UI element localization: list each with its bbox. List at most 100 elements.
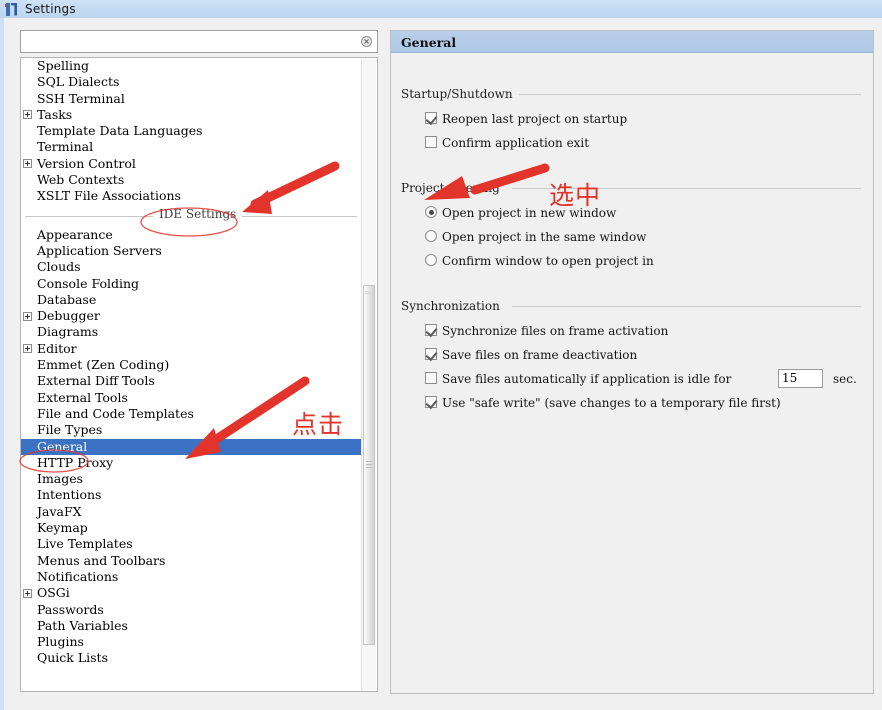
radio-button[interactable] <box>425 230 437 242</box>
option-synchronize-files-on-frame-activation[interactable]: Synchronize files on frame activation <box>401 319 861 343</box>
tree-item-label: Notifications <box>37 568 119 584</box>
tree-item-http-proxy[interactable]: HTTP Proxy <box>21 455 361 471</box>
tree-item-label: SSH Terminal <box>37 90 125 106</box>
tree-item-notifications[interactable]: Notifications <box>21 569 361 585</box>
tree-item-terminal[interactable]: Terminal <box>21 139 361 155</box>
option-confirm-application-exit[interactable]: Confirm application exit <box>401 131 861 155</box>
tree-item-path-variables[interactable]: Path Variables <box>21 618 361 634</box>
settings-tree[interactable]: Spelling SQL Dialects SSH Terminal Tasks Tem… <box>20 57 378 692</box>
tree-item-application-servers[interactable]: Application Servers <box>21 243 361 259</box>
group-header: Synchronization <box>401 299 861 313</box>
option-label: Reopen last project on startup <box>442 112 628 126</box>
group-header: Project Opening <box>401 181 861 195</box>
tree-item-version-control[interactable]: Version Control <box>21 156 361 172</box>
search-box[interactable] <box>20 30 378 54</box>
separator-label: IDE Settings <box>153 206 243 221</box>
option-label: Confirm application exit <box>442 136 590 150</box>
option-save-files-on-frame-deactivation[interactable]: Save files on frame deactivation <box>401 343 861 367</box>
tree-item-template-data-languages[interactable]: Template Data Languages <box>21 123 361 139</box>
option-reopen-last-project-on-startup[interactable]: Reopen last project on startup <box>401 107 861 131</box>
settings-group-project-opening: Project Opening Open project in new windo… <box>401 181 861 273</box>
settings-group-synchronization: Synchronization Synchronize files on fram… <box>401 299 861 415</box>
tree-separator-ide-settings: IDE Settings <box>21 205 361 227</box>
tree-item-label: Web Contexts <box>37 172 125 188</box>
tree-item-label: Quick Lists <box>37 650 108 666</box>
option-save-files-automatically-if-application-is-idl[interactable]: Save files automatically if application … <box>401 367 861 391</box>
option-confirm-window-to-open-project-in[interactable]: Confirm window to open project in <box>401 249 861 273</box>
tree-expander-icon[interactable] <box>23 344 32 354</box>
tree-item-plugins[interactable]: Plugins <box>21 634 361 650</box>
tree-item-label: Images <box>37 471 84 487</box>
tree-item-intentions[interactable]: Intentions <box>21 487 361 503</box>
tree-item-sql-dialects[interactable]: SQL Dialects <box>21 74 361 90</box>
tree-item-xslt-file-associations[interactable]: XSLT File Associations <box>21 188 361 204</box>
tree-item-external-diff-tools[interactable]: External Diff Tools <box>21 373 361 389</box>
tree-item-emmet-zen-coding[interactable]: Emmet (Zen Coding) <box>21 357 361 373</box>
tree-scrollbar-thumb[interactable] <box>363 285 375 645</box>
checkbox[interactable] <box>425 112 437 124</box>
group-header: Startup/Shutdown <box>401 87 861 101</box>
idle-seconds-input[interactable]: 15 <box>778 369 823 388</box>
tree-item-label: Debugger <box>37 308 100 324</box>
checkbox[interactable] <box>425 348 437 360</box>
tree-item-label: Console Folding <box>37 275 140 291</box>
tree-item-label: SQL Dialects <box>37 74 120 90</box>
tree-expander-icon[interactable] <box>23 311 32 321</box>
group-divider-line <box>518 94 861 95</box>
checkbox[interactable] <box>425 396 437 408</box>
settings-group-startup-shutdown: Startup/Shutdown Reopen last project on s… <box>401 87 861 155</box>
tree-item-label: Plugins <box>37 634 84 650</box>
tree-item-label: HTTP Proxy <box>37 454 114 470</box>
tree-item-javafx[interactable]: JavaFX <box>21 504 361 520</box>
tree-item-label: JavaFX <box>37 503 82 519</box>
tree-expander-icon[interactable] <box>23 110 32 120</box>
tree-item-quick-lists[interactable]: Quick Lists <box>21 650 361 666</box>
checkbox[interactable] <box>425 324 437 336</box>
tree-item-tasks[interactable]: Tasks <box>21 107 361 123</box>
tree-item-appearance[interactable]: Appearance <box>21 227 361 243</box>
tree-item-console-folding[interactable]: Console Folding <box>21 276 361 292</box>
settings-detail-pane: General Startup/Shutdown Reopen last proj… <box>390 30 874 694</box>
tree-item-keymap[interactable]: Keymap <box>21 520 361 536</box>
tree-item-images[interactable]: Images <box>21 471 361 487</box>
tree-item-label: Application Servers <box>37 242 162 258</box>
tree-item-ssh-terminal[interactable]: SSH Terminal <box>21 91 361 107</box>
tree-item-label: Template Data Languages <box>37 123 203 139</box>
search-input[interactable] <box>25 31 354 54</box>
checkbox[interactable] <box>425 372 437 384</box>
tree-item-spelling[interactable]: Spelling <box>21 58 361 74</box>
panel-body: Startup/Shutdown Reopen last project on s… <box>391 53 873 693</box>
clear-circle-icon[interactable] <box>361 36 372 47</box>
tree-item-label: Database <box>37 291 97 307</box>
option-label: Synchronize files on frame activation <box>442 324 669 338</box>
tree-item-label: File Types <box>37 422 103 438</box>
tree-item-diagrams[interactable]: Diagrams <box>21 324 361 340</box>
tree-item-external-tools[interactable]: External Tools <box>21 390 361 406</box>
tree-item-osgi[interactable]: OSGi <box>21 585 361 601</box>
tree-item-database[interactable]: Database <box>21 292 361 308</box>
radio-button[interactable] <box>425 254 437 266</box>
radio-button[interactable] <box>425 206 437 218</box>
option-open-project-in-new-window[interactable]: Open project in new window <box>401 201 861 225</box>
settings-window: Spelling SQL Dialects SSH Terminal Tasks Tem… <box>0 18 882 710</box>
tree-scrollbar[interactable] <box>361 59 376 690</box>
tree-item-label: Menus and Toolbars <box>37 552 166 568</box>
tree-item-passwords[interactable]: Passwords <box>21 602 361 618</box>
tree-item-label: External Tools <box>37 389 128 405</box>
tree-expander-icon[interactable] <box>23 159 32 169</box>
tree-item-clouds[interactable]: Clouds <box>21 259 361 275</box>
tree-item-debugger[interactable]: Debugger <box>21 308 361 324</box>
checkbox[interactable] <box>425 136 437 148</box>
tree-item-live-templates[interactable]: Live Templates <box>21 536 361 552</box>
option-use-safe-write-save-changes-to-a-temporary-fil[interactable]: Use "safe write" (save changes to a temp… <box>401 391 861 415</box>
tree-item-label: XSLT File Associations <box>37 188 181 204</box>
tree-item-web-contexts[interactable]: Web Contexts <box>21 172 361 188</box>
tree-item-label: External Diff Tools <box>37 373 155 389</box>
tree-item-editor[interactable]: Editor <box>21 341 361 357</box>
tree-item-label: Keymap <box>37 520 88 536</box>
tree-expander-icon[interactable] <box>23 588 32 598</box>
option-label: Use "safe write" (save changes to a temp… <box>442 396 781 410</box>
option-open-project-in-the-same-window[interactable]: Open project in the same window <box>401 225 861 249</box>
tree-item-menus-and-toolbars[interactable]: Menus and Toolbars <box>21 553 361 569</box>
group-title: Project Opening <box>401 181 500 195</box>
